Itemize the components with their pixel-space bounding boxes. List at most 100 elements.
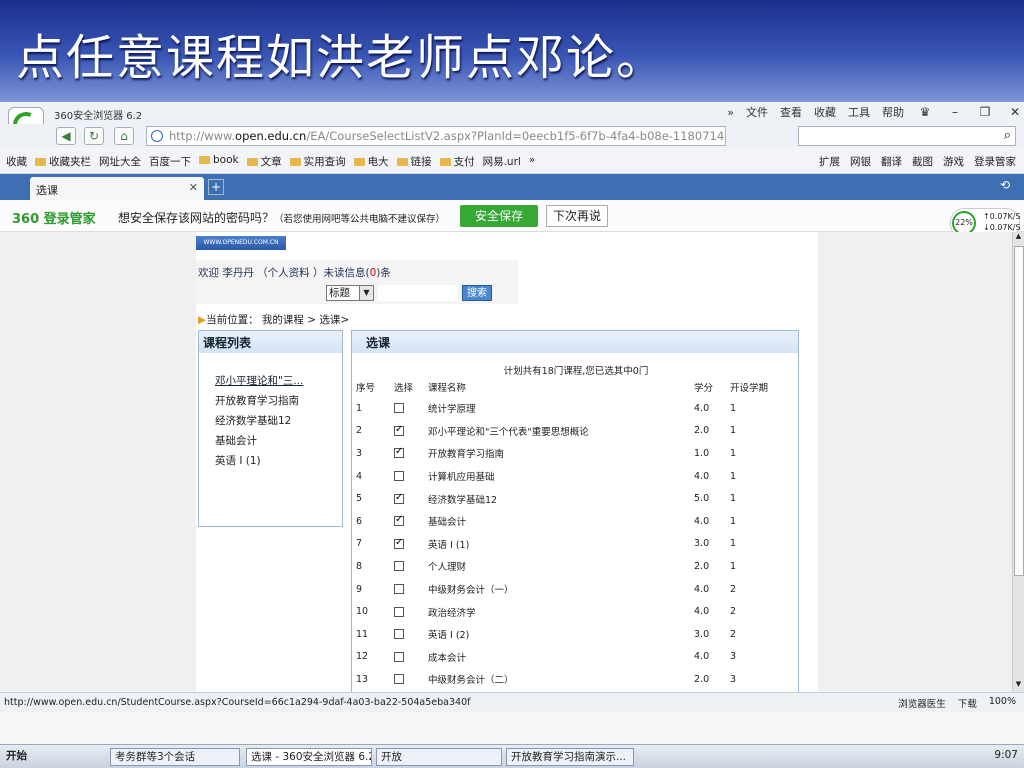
restore-tab-icon[interactable]: ⟲ [1000,178,1010,192]
table-row: 4 计算机应用基础 4.0 1 [356,465,790,488]
bookmark-item[interactable]: 收藏夹栏 [35,154,91,169]
back-button[interactable]: ◀ [56,127,76,145]
zoom-level[interactable]: 100% [989,696,1016,710]
url-input[interactable]: http://www.open.edu.cn/EA/CourseSelectLi… [146,126,726,146]
row-select[interactable] [394,420,428,443]
course-checkbox[interactable] [394,674,404,685]
row-no: 10 [356,606,369,618]
close-icon[interactable]: ✕ [1006,105,1024,119]
toolbar-item[interactable]: 扩展 [819,154,840,169]
course-checkbox[interactable] [394,446,404,459]
course-checkbox[interactable] [394,584,404,595]
bookmark-item[interactable]: 实用查询 [289,154,346,169]
bookmark-item[interactable]: 电大 [353,154,389,169]
later-button[interactable]: 下次再说 [546,205,608,227]
home-button[interactable]: ⌂ [114,127,134,145]
course-checkbox[interactable] [394,471,404,482]
row-credit: 4.0 [694,470,710,482]
search-icon[interactable]: ⌕ [1004,128,1011,143]
taskbar-item[interactable]: 选课 - 360安全浏览器 6.2 [246,748,372,766]
row-select[interactable] [394,487,428,510]
minimize-icon[interactable]: – [946,105,964,119]
page-search-button[interactable]: 搜索 [462,285,492,301]
restore-icon[interactable]: ❐ [976,105,994,119]
course-link[interactable]: 经济数学基础12 [215,411,342,431]
toolbar-item[interactable]: 游戏 [943,154,964,169]
row-select[interactable] [394,646,428,669]
bookmark-item[interactable]: 百度一下 [149,154,191,169]
course-checkbox[interactable] [394,629,404,640]
menu-view[interactable]: 查看 [780,104,802,120]
course-checkbox[interactable] [394,514,404,527]
row-select[interactable] [394,397,428,420]
chevron-down-icon[interactable]: ▼ [359,286,373,300]
course-checkbox[interactable] [394,537,404,549]
course-checkbox[interactable] [394,561,404,572]
row-credit: 4.0 [694,583,710,595]
bookmark-item[interactable]: 链接 [396,154,432,169]
toolbar-item[interactable]: 截图 [912,154,933,169]
menu-more[interactable]: » [727,106,734,119]
bookmark-item[interactable]: book [199,154,239,169]
scroll-down-icon[interactable]: ▼ [1013,680,1024,692]
toolbar-item[interactable]: 登录管家 [974,154,1016,169]
browser-titlebar: 360安全浏览器 6.2 » 文件 查看 收藏 工具 帮助 ♛ – ❐ ✕ [0,102,1024,143]
course-checkbox[interactable] [394,606,404,617]
row-course-name: 中级财务会计（一） [428,585,514,597]
row-select[interactable] [394,600,428,623]
row-credit: 1.0 [694,447,710,459]
course-checkbox[interactable] [394,403,404,414]
course-link[interactable]: 英语 I (1) [215,451,342,471]
row-course-name: 邓小平理论和"三个代表"重要思想概论 [428,426,589,438]
row-select[interactable] [394,510,428,533]
course-checkbox[interactable] [394,424,404,436]
search-input[interactable]: ⌕ [798,126,1016,146]
bookmark-item[interactable]: 支付 [439,154,475,169]
course-checkbox[interactable] [394,651,404,662]
download-button[interactable]: 下载 [958,696,977,710]
tab-select-course[interactable]: 选课 ✕ [30,177,204,200]
close-tab-icon[interactable]: ✕ [189,181,198,194]
table-row: 6 基础会计 4.0 1 [356,510,790,533]
row-select[interactable] [394,555,428,578]
taskbar-item[interactable]: 开放教育学习指南演示... [506,748,634,766]
menu-tools[interactable]: 工具 [848,104,870,120]
keyword-input[interactable] [378,285,458,301]
scroll-thumb[interactable] [1014,246,1024,576]
row-select[interactable] [394,668,428,691]
start-button[interactable]: 开始 [2,748,31,766]
menu-file[interactable]: 文件 [746,104,768,120]
row-course-name: 开放教育学习指南 [428,449,505,461]
page-search-row: 标题 ▼ 搜索 [196,282,518,304]
bookmark-item[interactable]: 网址大全 [99,154,141,169]
toolbar-item[interactable]: 网银 [850,154,871,169]
row-select[interactable] [394,578,428,601]
toolbar-item[interactable]: 翻译 [881,154,902,169]
course-link[interactable]: 开放教育学习指南 [215,391,342,411]
browser-doctor[interactable]: 浏览器医生 [898,696,946,710]
bookmark-item[interactable]: 网易.url [483,154,521,169]
row-term: 1 [730,560,737,572]
row-select[interactable] [394,465,428,488]
menu-favorites[interactable]: 收藏 [814,104,836,120]
save-password-button[interactable]: 安全保存 [460,205,538,227]
scroll-up-icon[interactable]: ▲ [1013,232,1024,244]
new-tab-button[interactable]: + [208,179,224,195]
taskbar-item[interactable]: 开放 [376,748,502,766]
taskbar-item[interactable]: 考务群等3个会话 [110,748,240,766]
page-scrollbar[interactable]: ▲ ▼ [1012,232,1024,692]
row-select[interactable] [394,442,428,465]
row-credit: 2.0 [694,425,710,437]
bookmark-item[interactable]: 文章 [246,154,282,169]
skin-icon[interactable]: ♛ [916,105,934,119]
refresh-button[interactable]: ↻ [84,127,104,145]
search-field-select[interactable]: 标题 ▼ [326,285,374,301]
course-link[interactable]: 邓小平理论和"三... [215,371,342,391]
row-select[interactable] [394,623,428,646]
course-checkbox[interactable] [394,492,404,504]
bookmark-item[interactable]: 收藏 [6,154,27,169]
row-select[interactable] [394,533,428,556]
menu-help[interactable]: 帮助 [882,104,904,120]
course-link[interactable]: 基础会计 [215,431,342,451]
bookmark-more[interactable]: » [529,154,535,169]
